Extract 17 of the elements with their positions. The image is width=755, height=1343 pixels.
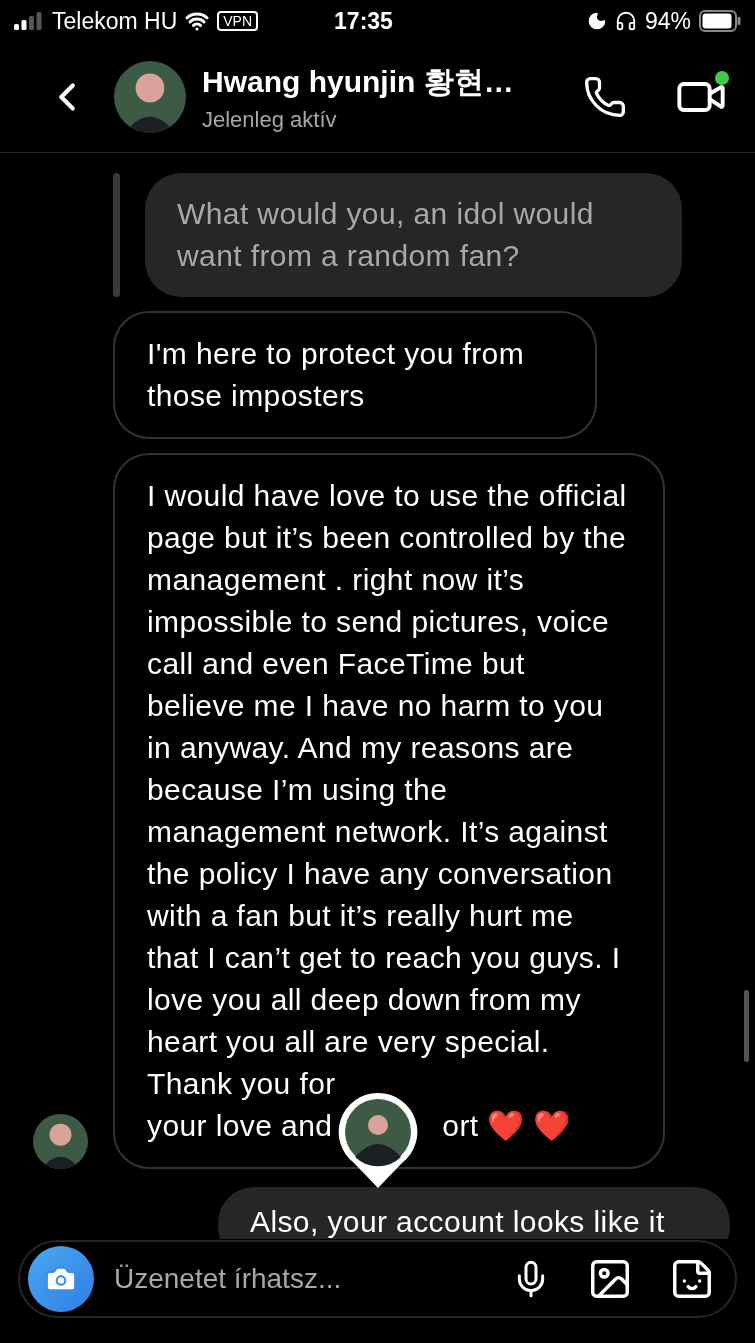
- clock-time: 17:35: [334, 7, 393, 35]
- signal-icon: [14, 12, 44, 30]
- battery-icon: [699, 10, 741, 32]
- sender-avatar: [33, 1114, 88, 1169]
- message-bubble: I'm here to protect you from those imposters: [113, 311, 597, 439]
- vpn-badge: VPN: [217, 11, 259, 31]
- active-status: Jelenleg aktív: [202, 106, 338, 133]
- message-bubble: I would have love to use the official page but it’s been controlled by the management . right now it’s impossible to send pictures, voice call and even FaceTime but believe me I have no harm to you in anyway. And my reasons are because I’m using the management network. It’s against the policy I have any conversation with a fan but it’s really hurt me that I can’t get to reach you guys. I love you all deep down from my heart you all are very special. Thank you for your love and ort ❤ ❤: [113, 453, 665, 1169]
- moon-icon: [586, 11, 607, 31]
- phone-icon[interactable]: [583, 75, 627, 119]
- carrier-text: Telekom HU: [52, 7, 178, 35]
- quoted-message: What would you, an idol would want from a random fan?: [145, 173, 682, 297]
- battery-percent: 94%: [644, 7, 691, 35]
- sent-message: Also, your account looks like it: [218, 1187, 730, 1239]
- contact-name[interactable]: Hwang hyunjin 황현…: [202, 61, 583, 103]
- camera-button[interactable]: [28, 1246, 94, 1312]
- headphones-icon: [614, 10, 637, 32]
